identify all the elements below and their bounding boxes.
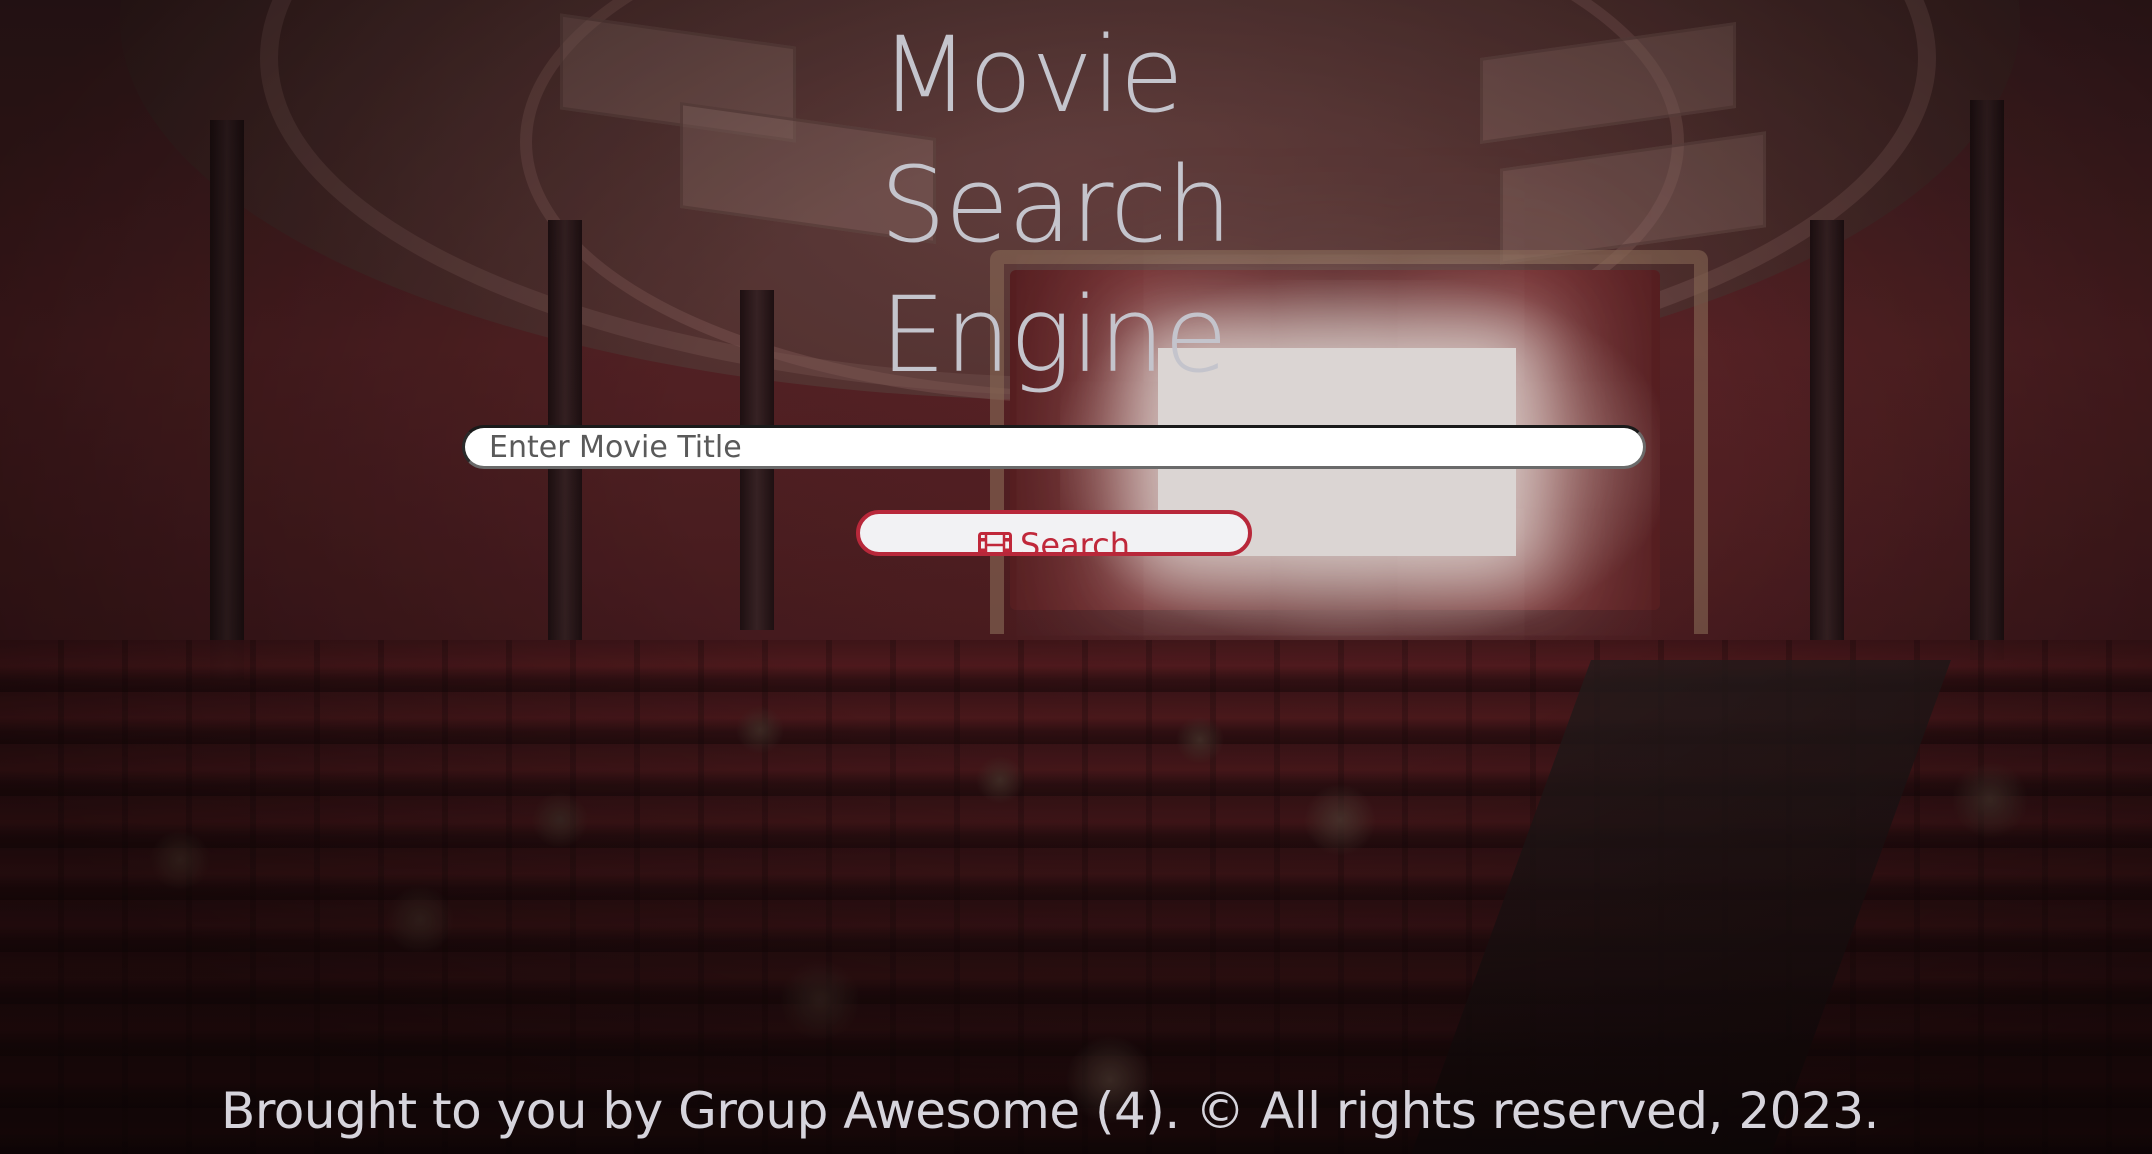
page-title-line-3: Engine: [880, 274, 1228, 396]
page-title-line-1: Movie: [880, 14, 1184, 136]
footer-text: Brought to you by Group Awesome (4). © A…: [221, 1082, 1879, 1140]
page-title: Movie Search Engine: [880, 10, 1440, 400]
page-title-line-2: Search: [880, 144, 1232, 266]
movie-title-input[interactable]: [462, 425, 1646, 469]
search-button[interactable]: Search: [856, 510, 1252, 556]
search-button-label: Search: [1020, 526, 1130, 556]
film-icon: [978, 528, 1013, 552]
page: Movie Search Engine Search Brought to yo…: [0, 0, 2152, 1154]
